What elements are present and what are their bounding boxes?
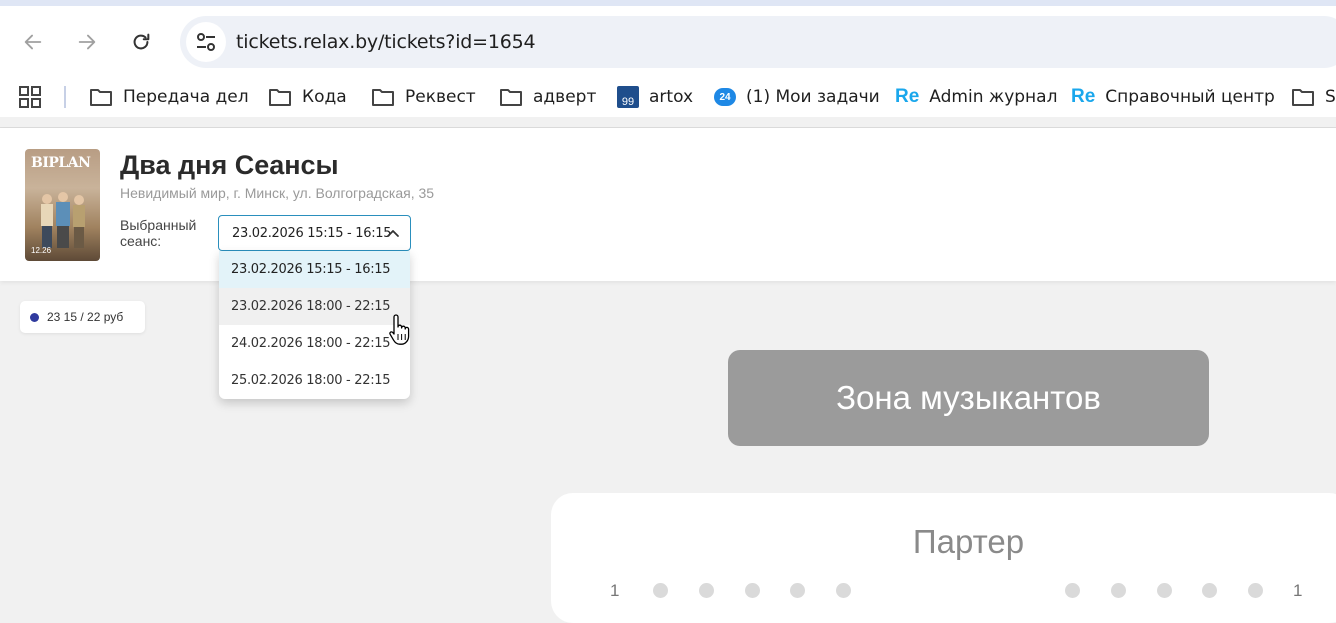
seat[interactable] [1157, 583, 1172, 598]
session-select[interactable]: 23.02.2026 15:15 - 16:15 [218, 215, 411, 251]
re-icon: Re [1071, 86, 1096, 107]
poster-title: BIPLAN [31, 155, 91, 171]
session-option[interactable]: 23.02.2026 15:15 - 16:15 [219, 251, 410, 288]
bookmark-label: S [1325, 87, 1336, 107]
reload-button[interactable] [129, 30, 153, 54]
event-header: BIPLAN 12.26 Два дня Сеансы Невидимый ми… [0, 128, 1336, 281]
re-icon: Re [895, 86, 920, 107]
folder-icon [1292, 89, 1314, 106]
seat[interactable] [745, 583, 760, 598]
poster-image [41, 192, 85, 248]
seat[interactable] [836, 583, 851, 598]
chevron-up-icon [387, 230, 399, 237]
bookmarks-separator [64, 86, 66, 108]
seat[interactable] [1065, 583, 1080, 598]
session-select-value: 23.02.2026 15:15 - 16:15 [232, 226, 392, 241]
seat[interactable] [653, 583, 668, 598]
back-button[interactable] [21, 30, 45, 54]
bookmark-rekvest[interactable]: Реквест [371, 85, 476, 109]
bookmark-koda[interactable]: Кода [268, 85, 347, 109]
bookmark-admin-zhurnal[interactable]: Re Admin журнал [895, 85, 1057, 109]
session-option[interactable]: 24.02.2026 18:00 - 22:15 [219, 325, 410, 362]
bookmark-moi-zadachi[interactable]: 24 (1) Мои задачи [714, 85, 880, 109]
seat[interactable] [1202, 583, 1217, 598]
session-label: Выбранный сеанс: [120, 217, 197, 249]
tune-icon [197, 33, 215, 51]
row-number-right: 1 [1293, 581, 1303, 600]
forward-button[interactable] [75, 30, 99, 54]
session-option[interactable]: 23.02.2026 18:00 - 22:15 [219, 288, 410, 325]
bookmark-label: Справочный центр [1105, 87, 1275, 107]
seat[interactable] [1248, 583, 1263, 598]
bookmark-s[interactable]: S [1291, 85, 1336, 109]
bookmark-label: Передача дел [123, 87, 249, 107]
musicians-zone: Зона музыкантов [728, 350, 1209, 446]
url-text[interactable]: tickets.relax.by/tickets?id=1654 [236, 31, 536, 53]
reload-icon [133, 33, 150, 50]
folder-icon [269, 89, 291, 106]
bookmark-label: Admin журнал [929, 87, 1058, 107]
bookmark-label: адверт [533, 87, 597, 107]
bitrix24-icon: 24 [714, 88, 736, 106]
arrow-right-icon [78, 34, 96, 50]
session-option[interactable]: 25.02.2026 18:00 - 22:15 [219, 362, 410, 399]
parterre-title: Партер [912, 523, 1025, 560]
price-legend-label: 23 15 / 22 руб [47, 310, 124, 324]
price-legend: 23 15 / 22 руб [20, 301, 145, 333]
bookmark-advert[interactable]: адверт [499, 85, 596, 109]
event-venue: Невидимый мир, г. Минск, ул. Волгоградск… [120, 185, 435, 201]
seat[interactable] [1111, 583, 1126, 598]
arrow-left-icon [24, 34, 42, 50]
folder-icon [372, 89, 394, 106]
apps-grid-icon[interactable] [19, 86, 41, 108]
bookmark-artox[interactable]: 99 artox [617, 85, 693, 109]
event-title: Два дня Сеансы [120, 150, 339, 180]
bookmark-label: artox [649, 87, 694, 107]
address-bar[interactable]: tickets.relax.by/tickets?id=1654 [180, 16, 1336, 68]
seat[interactable] [699, 583, 714, 598]
poster-date: 12.26 [31, 246, 52, 255]
folder-icon [90, 89, 112, 106]
folder-icon [500, 89, 522, 106]
seat[interactable] [790, 583, 805, 598]
bookmark-label: Кода [302, 87, 347, 107]
bookmark-label: Реквест [405, 87, 476, 107]
price-color-dot [30, 312, 39, 322]
site-info-button[interactable] [186, 22, 226, 62]
browser-toolbar: tickets.relax.by/tickets?id=1654 [0, 6, 1336, 77]
session-dropdown: 23.02.2026 15:15 - 16:15 23.02.2026 18:0… [219, 251, 410, 399]
bookmark-label: (1) Мои задачи [746, 87, 880, 107]
bookmarks-bar: Передача дел Кода Реквест адверт 99 arto… [0, 77, 1336, 117]
bookmark-spravochny-centr[interactable]: Re Справочный центр [1071, 85, 1275, 109]
bookmark-peredacha[interactable]: Передача дел [89, 85, 249, 109]
hand-cursor-icon [389, 314, 410, 345]
row-number-left: 1 [610, 581, 620, 600]
parterre-section: Партер 1 1 [551, 493, 1336, 623]
99-icon: 99 [617, 86, 639, 108]
event-poster[interactable]: BIPLAN 12.26 [25, 149, 100, 261]
